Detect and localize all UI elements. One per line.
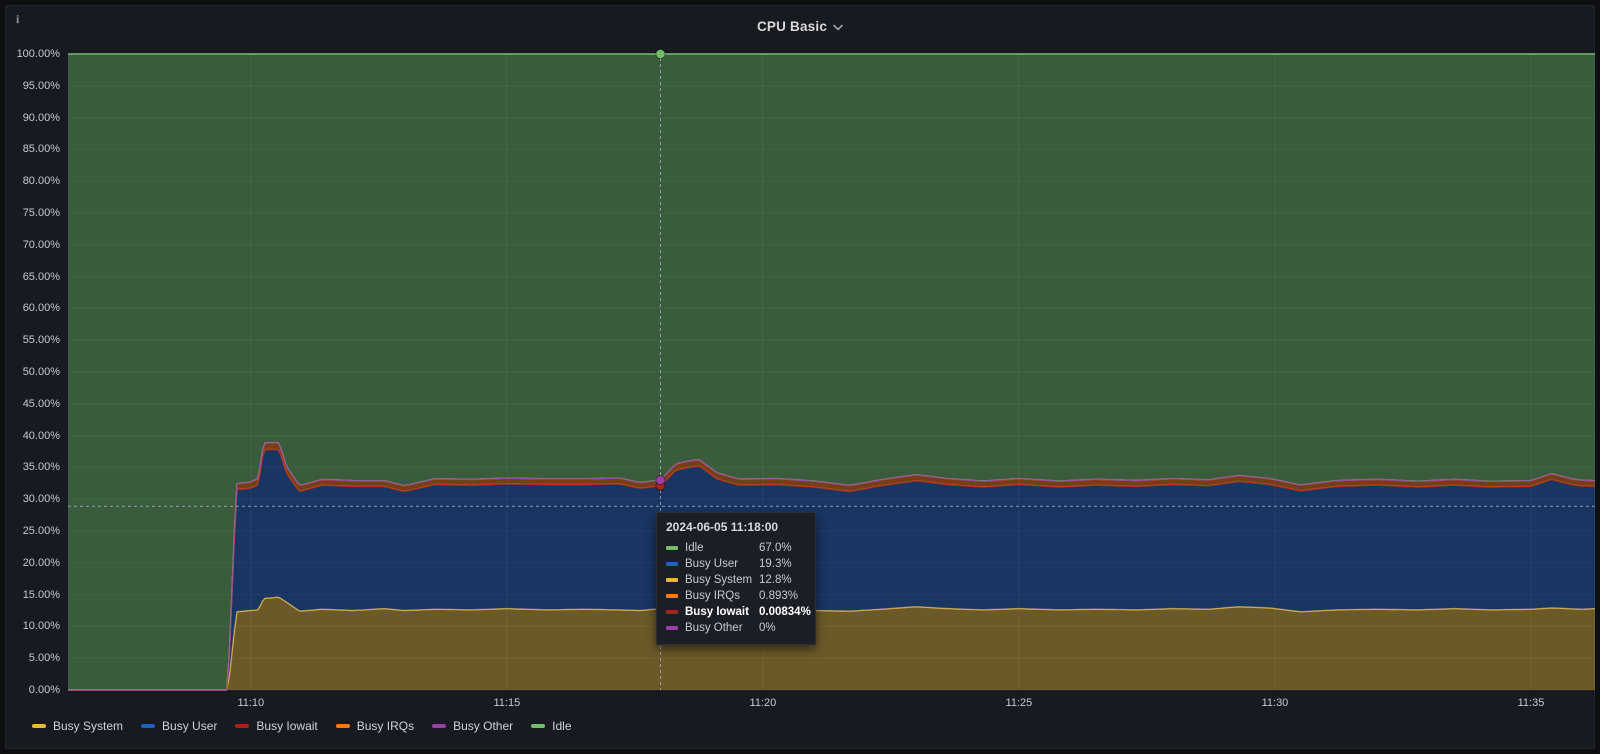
y-axis-tick-label: 55.00% xyxy=(22,334,60,347)
legend-label: Busy User xyxy=(162,719,218,733)
y-axis-tick-label: 95.00% xyxy=(22,79,60,92)
y-axis-tick-label: 80.00% xyxy=(22,175,60,188)
hover-point-marker xyxy=(655,49,666,59)
y-axis-tick-label: 15.00% xyxy=(22,588,60,601)
y-axis-tick-label: 100.00% xyxy=(16,48,60,60)
y-axis-tick-label: 0.00% xyxy=(28,684,60,696)
tooltip-series-swatch-icon xyxy=(666,610,678,614)
tooltip-series-value: 19.3% xyxy=(759,558,792,570)
panel-title[interactable]: CPU Basic xyxy=(757,19,827,34)
x-axis-tick-label: 11:35 xyxy=(1517,697,1545,709)
tooltip-series-swatch-icon xyxy=(666,562,678,566)
legend-label: Busy IRQs xyxy=(356,719,415,733)
legend-item-busy-user[interactable]: Busy User xyxy=(141,719,217,733)
tooltip-series-value: 0% xyxy=(759,622,776,634)
x-axis-tick-label: 11:25 xyxy=(1005,697,1033,709)
legend-item-busy-irqs[interactable]: Busy IRQs xyxy=(335,719,415,733)
y-axis-tick-label: 65.00% xyxy=(22,270,60,283)
x-axis-tick-label: 11:10 xyxy=(237,697,265,709)
tooltip-series-swatch-icon xyxy=(666,594,678,598)
legend-item-busy-iowait[interactable]: Busy Iowait xyxy=(235,719,318,733)
y-axis-tick-label: 20.00% xyxy=(22,556,60,569)
y-axis-tick-label: 25.00% xyxy=(22,525,60,537)
hover-tooltip: 2024-06-05 11:18:00 Idle 67.0% Busy User 19… xyxy=(656,512,816,645)
y-axis-tick-label: 35.00% xyxy=(22,461,60,474)
tooltip-timestamp: 2024-06-05 11:18:00 xyxy=(666,520,779,534)
tooltip-series-label: Busy Iowait xyxy=(685,606,749,618)
tooltip-series-value: 0.893% xyxy=(759,590,799,602)
y-axis-tick-label: 5.00% xyxy=(28,652,60,665)
legend-swatch-icon xyxy=(335,724,350,728)
tooltip-series-swatch-icon xyxy=(666,546,678,550)
tooltip-rows: Idle 67.0% Busy User 19.3% Busy System 12.8% B… xyxy=(666,540,811,636)
chart-legend: Busy System Busy User Busy Iowait Busy IRQs… xyxy=(32,719,572,733)
tooltip-series-label: Idle xyxy=(685,542,704,554)
tooltip-series-swatch-icon xyxy=(666,578,678,582)
tooltip-row-busy-irqs: Busy IRQs 0.893% xyxy=(666,588,806,604)
tooltip-series-swatch-icon xyxy=(666,626,678,630)
legend-swatch-icon xyxy=(531,724,546,728)
tooltip-row-busy-user: Busy User 19.3% xyxy=(666,556,806,572)
legend-swatch-icon xyxy=(235,724,250,728)
y-axis-tick-label: 70.00% xyxy=(22,238,60,251)
x-axis-tick-label: 11:20 xyxy=(749,697,777,709)
tooltip-row-busy-other: Busy Other 0% xyxy=(666,620,806,636)
legend-swatch-icon xyxy=(432,724,447,728)
hover-point-marker xyxy=(655,475,666,486)
y-axis-tick-label: 10.00% xyxy=(22,620,60,633)
y-axis-tick-label: 90.00% xyxy=(22,111,60,124)
legend-item-idle[interactable]: Idle xyxy=(531,719,572,733)
tooltip-row-busy-iowait: Busy Iowait 0.00834% xyxy=(666,604,811,620)
legend-label: Busy Other xyxy=(453,719,514,733)
y-axis-tick-label: 30.00% xyxy=(22,493,60,506)
legend-label: Busy System xyxy=(53,719,124,733)
y-axis-tick-label: 60.00% xyxy=(22,302,60,315)
tooltip-row-busy-system: Busy System 12.8% xyxy=(666,572,806,588)
tooltip-series-label: Busy IRQs xyxy=(685,590,740,602)
legend-item-busy-other[interactable]: Busy Other xyxy=(432,719,513,733)
legend-label: Busy Iowait xyxy=(256,719,318,733)
tooltip-series-label: Busy User xyxy=(685,558,739,570)
legend-swatch-icon xyxy=(141,724,156,728)
tooltip-series-value: 67.0% xyxy=(759,542,792,554)
y-axis-tick-label: 75.00% xyxy=(22,207,60,219)
legend-label: Idle xyxy=(552,719,572,733)
y-axis-tick-label: 40.00% xyxy=(22,429,60,442)
panel-header: CPU Basic xyxy=(6,6,1594,46)
y-axis-tick-label: 85.00% xyxy=(22,143,60,156)
legend-item-busy-system[interactable]: Busy System xyxy=(32,719,123,733)
grafana-dashboard: i CPU Basic 100.00% 95.00% 90.00% 85.00% 80.… xyxy=(0,0,1600,754)
tooltip-series-label: Busy Other xyxy=(685,622,743,634)
tooltip-series-label: Busy System xyxy=(685,574,753,586)
cpu-basic-panel: i CPU Basic 100.00% 95.00% 90.00% 85.00% 80.… xyxy=(5,5,1596,749)
tooltip-row-idle: Idle 67.0% xyxy=(666,540,806,556)
chart-plot-area[interactable] xyxy=(68,49,1596,691)
legend-swatch-icon xyxy=(32,724,46,728)
stacked-area-chart xyxy=(68,49,1596,691)
y-axis-tick-label: 45.00% xyxy=(22,397,60,410)
tooltip-series-value: 12.8% xyxy=(759,574,792,586)
y-axis-tick-label: 50.00% xyxy=(22,366,60,378)
tooltip-series-value: 0.00834% xyxy=(759,606,811,618)
x-axis-tick-label: 11:15 xyxy=(493,697,521,709)
x-axis-tick-label: 11:30 xyxy=(1261,697,1289,709)
chevron-down-icon[interactable] xyxy=(833,24,843,31)
